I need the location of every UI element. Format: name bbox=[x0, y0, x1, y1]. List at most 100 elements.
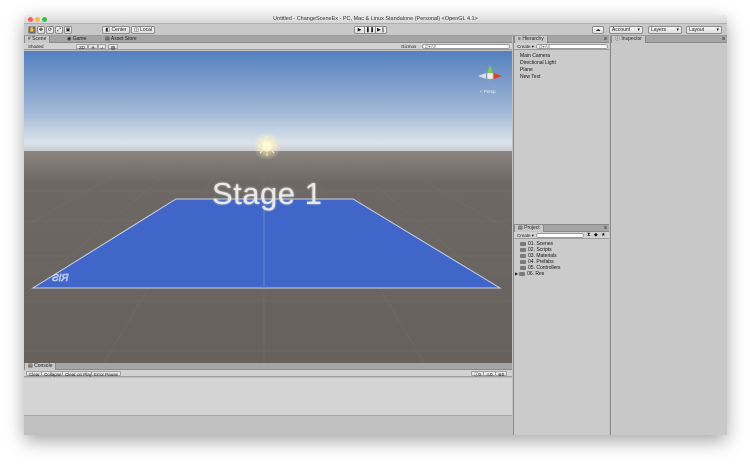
inspector-menu-icon[interactable]: ≡ bbox=[722, 36, 725, 42]
scene-control-bar: Shaded 2D ☀ ♪ ▨ Gizmos Q▾All bbox=[24, 43, 512, 50]
tab-console[interactable]: ▤ Console bbox=[24, 363, 57, 370]
window-title: Untitled - ChangeSceneEx - PC, Mac & Lin… bbox=[273, 16, 478, 22]
local-label: Local bbox=[140, 27, 153, 33]
project-panel: ▤ Project ≡ Create ▾ ⧗ ◆ ★ 01. Scenes 02… bbox=[513, 224, 609, 435]
project-toolbar: Create ▾ ⧗ ◆ ★ bbox=[514, 232, 609, 239]
tab-project-label: Project bbox=[524, 225, 540, 231]
project-create-dropdown[interactable]: Create ▾ bbox=[515, 233, 536, 238]
folder-label: 06. Res bbox=[527, 271, 545, 277]
effects-toggle-icon[interactable]: ▨ bbox=[108, 44, 119, 50]
folder-icon bbox=[520, 247, 526, 252]
console-tabbar: ▤ Console bbox=[24, 363, 512, 370]
scene-tab-icon: # bbox=[28, 36, 31, 42]
console-collapse-button[interactable]: Collapse bbox=[41, 371, 65, 377]
tab-game[interactable]: ◉ Game bbox=[64, 36, 89, 43]
title-bar: Untitled - ChangeSceneEx - PC, Mac & Lin… bbox=[24, 15, 727, 24]
pause-button[interactable]: ❚❚ bbox=[365, 26, 376, 34]
pivot-center-button[interactable]: ◧ Center bbox=[102, 26, 130, 34]
project-create-label: Create bbox=[517, 233, 531, 238]
center-toggle-icon: ◧ bbox=[105, 27, 111, 33]
tab-game-label: Game bbox=[72, 36, 87, 42]
hierarchy-create-dropdown[interactable]: Create ▾ bbox=[515, 44, 536, 49]
folder-icon bbox=[520, 259, 526, 264]
step-button[interactable]: ▶❙ bbox=[376, 26, 387, 34]
cloud-button[interactable]: ☁ bbox=[592, 26, 604, 34]
play-button[interactable]: ▶ bbox=[354, 26, 365, 34]
inspector-panel: ⓘ Inspector ≡ bbox=[610, 36, 727, 435]
shading-mode-dropdown[interactable]: Shaded bbox=[26, 44, 68, 49]
hierarchy-item-new-text[interactable]: New Text bbox=[520, 74, 540, 80]
tab-console-label: Console bbox=[34, 363, 53, 369]
plane-label-decal: ƧIЯ bbox=[52, 273, 68, 284]
hierarchy-toolbar: Create ▾ Q▾All bbox=[514, 43, 609, 50]
mode-2d-toggle[interactable]: 2D bbox=[76, 44, 88, 50]
layout-dropdown[interactable]: Layout bbox=[686, 26, 722, 34]
tab-scene[interactable]: # Scene bbox=[24, 36, 51, 43]
rotate-tool-icon[interactable]: ⟳ bbox=[46, 26, 54, 34]
inspector-tab-icon: ⓘ bbox=[615, 36, 621, 42]
tab-inspector-label: Inspector bbox=[621, 36, 642, 42]
console-error-pause-button[interactable]: Error Pause bbox=[91, 371, 122, 377]
console-error-count[interactable]: ⊗0 bbox=[495, 371, 508, 377]
warning-count: 0 bbox=[490, 372, 493, 377]
project-folder-res[interactable]: ▶ 06. Res bbox=[515, 271, 544, 277]
filter-by-label-icon[interactable]: ◆ bbox=[594, 232, 598, 238]
error-count: 0 bbox=[501, 372, 505, 377]
hierarchy-search-input[interactable]: Q▾All bbox=[536, 44, 608, 49]
lighting-toggle-icon[interactable]: ☀ bbox=[88, 44, 99, 50]
console-tab-icon: ▤ bbox=[28, 363, 33, 369]
tab-asset-store-label: Asset Store bbox=[110, 36, 137, 42]
project-menu-icon[interactable]: ≡ bbox=[604, 225, 607, 231]
scene-viewport[interactable]: ƧIЯ < Persp Stage 1 bbox=[24, 51, 512, 363]
folder-icon bbox=[520, 241, 526, 246]
project-tab-icon: ▤ bbox=[518, 225, 523, 231]
info-count: 0 bbox=[478, 372, 482, 377]
directional-light-gizmo-icon[interactable] bbox=[257, 136, 277, 156]
folder-icon bbox=[520, 253, 526, 258]
hierarchy-tabbar: ≡ Hierarchy ≡ bbox=[514, 36, 609, 43]
tab-inspector[interactable]: ⓘ Inspector bbox=[611, 36, 646, 43]
filter-by-type-icon[interactable]: ⧗ bbox=[587, 232, 591, 238]
console-warning-count[interactable]: ⚠0 bbox=[483, 371, 496, 377]
account-dropdown[interactable]: Account bbox=[609, 26, 643, 34]
console-toolbar: Clear Collapse Clear on Play Error Pause… bbox=[24, 370, 512, 377]
stage-text-3d: Stage 1 bbox=[212, 176, 323, 211]
tab-asset-store[interactable]: ▤ Asset Store bbox=[102, 36, 140, 43]
main-toolbar: ✋ ✥ ⟳ ⤢ ▣ ◧ Center ◫ Local ▶ ❚❚ ▶❙ ☁ Acc… bbox=[24, 24, 727, 36]
local-toggle-icon: ◫ bbox=[133, 27, 139, 33]
audio-toggle-icon[interactable]: ♪ bbox=[98, 44, 107, 50]
tab-project[interactable]: ▤ Project bbox=[514, 225, 544, 232]
scale-tool-icon[interactable]: ⤢ bbox=[55, 26, 63, 34]
scene-panel: # Scene ◉ Game ▤ Asset Store Shaded 2D ☀… bbox=[24, 36, 512, 363]
hierarchy-item-main-camera[interactable]: Main Camera bbox=[520, 53, 550, 59]
scene-search-input[interactable]: Q▾All bbox=[422, 44, 510, 49]
tab-hierarchy[interactable]: ≡ Hierarchy bbox=[514, 36, 548, 43]
console-panel: ▤ Console Clear Collapse Clear on Play E… bbox=[24, 363, 512, 435]
persp-label[interactable]: < Persp bbox=[480, 89, 496, 94]
expand-arrow-icon[interactable]: ▶ bbox=[515, 271, 518, 276]
game-tab-icon: ◉ bbox=[67, 36, 72, 42]
project-tabbar: ▤ Project ≡ bbox=[514, 225, 609, 232]
rect-tool-icon[interactable]: ▣ bbox=[64, 26, 72, 34]
hand-tool-icon[interactable]: ✋ bbox=[28, 26, 36, 34]
center-label: Center bbox=[111, 27, 127, 33]
tab-hierarchy-label: Hierarchy bbox=[522, 36, 544, 42]
pivot-local-button[interactable]: ◫ Local bbox=[131, 26, 155, 34]
folder-icon bbox=[519, 271, 526, 276]
layers-dropdown[interactable]: Layers bbox=[648, 26, 682, 34]
console-log-area[interactable] bbox=[24, 378, 512, 416]
hierarchy-tab-icon: ≡ bbox=[518, 36, 521, 42]
project-search-input[interactable] bbox=[536, 233, 584, 238]
folder-icon bbox=[520, 265, 526, 270]
hierarchy-create-label: Create bbox=[517, 44, 531, 49]
hierarchy-item-plane[interactable]: Plane bbox=[520, 67, 533, 73]
gizmos-dropdown[interactable]: Gizmos bbox=[399, 44, 418, 49]
hierarchy-menu-icon[interactable]: ≡ bbox=[604, 36, 607, 42]
move-tool-icon[interactable]: ✥ bbox=[37, 26, 45, 34]
hierarchy-item-directional-light[interactable]: Directional Light bbox=[520, 60, 556, 66]
inspector-tabbar: ⓘ Inspector ≡ bbox=[611, 36, 727, 43]
unity-editor-window: Untitled - ChangeSceneEx - PC, Mac & Lin… bbox=[24, 15, 727, 435]
favorite-icon[interactable]: ★ bbox=[601, 232, 605, 238]
tab-scene-label: Scene bbox=[32, 36, 47, 42]
hierarchy-panel: ≡ Hierarchy ≡ Create ▾ Q▾All Main Camera… bbox=[513, 36, 609, 224]
